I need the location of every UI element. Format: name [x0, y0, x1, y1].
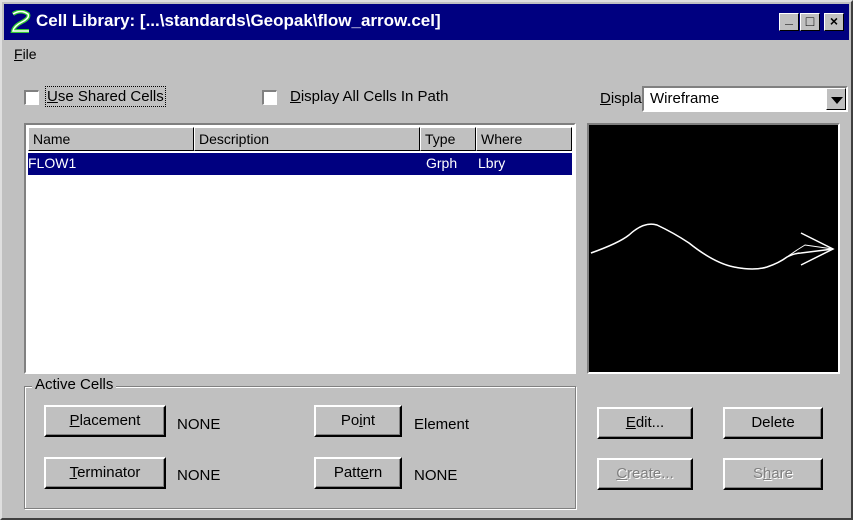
- display-all-cells-checkbox[interactable]: [262, 90, 277, 105]
- window-title: Cell Library: [...\standards\Geopak\flow…: [36, 11, 441, 30]
- create-button[interactable]: Create...: [597, 458, 693, 490]
- microstation-app-icon: [10, 10, 31, 33]
- use-shared-cells-checkbox[interactable]: [24, 90, 39, 105]
- edit-button[interactable]: Edit...: [597, 407, 693, 439]
- close-icon: ×: [829, 13, 839, 29]
- flow-arrow-wireframe-icon: [590, 223, 835, 270]
- chevron-down-icon: [831, 97, 843, 104]
- cell-type: Grph: [426, 155, 458, 171]
- minimize-icon: _: [785, 10, 793, 26]
- column-header-type[interactable]: Type: [420, 127, 476, 151]
- active-cells-title: Active Cells: [32, 376, 117, 393]
- close-button[interactable]: ×: [824, 13, 844, 31]
- column-header-name[interactable]: Name: [28, 127, 194, 151]
- maximize-button[interactable]: □: [800, 13, 820, 31]
- column-header-description[interactable]: Description: [194, 127, 420, 151]
- cell-list[interactable]: Name Description Type Where FLOW1 Grph L…: [24, 123, 576, 374]
- terminator-value: NONE: [177, 467, 221, 484]
- placement-button[interactable]: Placement: [44, 405, 166, 437]
- display-all-cells-label[interactable]: Display All Cells In Path: [290, 88, 448, 105]
- use-shared-cells-label[interactable]: Use Shared Cells: [45, 86, 166, 107]
- column-header-where[interactable]: Where: [476, 127, 572, 151]
- cell-preview: [587, 123, 840, 374]
- placement-value: NONE: [177, 416, 221, 433]
- minimize-button[interactable]: _: [779, 10, 799, 31]
- display-mode-dropdown-button[interactable]: [826, 88, 846, 110]
- pattern-button[interactable]: Pattern: [314, 457, 402, 489]
- cell-library-window: Cell Library: [...\standards\Geopak\flow…: [0, 0, 853, 520]
- cell-where: Lbry: [478, 155, 506, 171]
- title-bar[interactable]: Cell Library: [...\standards\Geopak\flow…: [4, 4, 849, 40]
- display-mode-select[interactable]: Wireframe: [642, 86, 848, 112]
- cell-name: FLOW1: [28, 155, 77, 171]
- delete-button[interactable]: Delete: [723, 407, 823, 439]
- cell-row-flow1[interactable]: FLOW1 Grph Lbry: [28, 153, 572, 175]
- terminator-button[interactable]: Terminator: [44, 457, 166, 489]
- point-value: Element: [414, 416, 470, 433]
- point-button[interactable]: Point: [314, 405, 402, 437]
- display-mode-value: Wireframe: [650, 90, 720, 107]
- maximize-icon: □: [805, 13, 815, 29]
- pattern-value: NONE: [414, 467, 458, 484]
- menu-file[interactable]: File: [14, 46, 37, 62]
- share-button[interactable]: Share: [723, 458, 823, 490]
